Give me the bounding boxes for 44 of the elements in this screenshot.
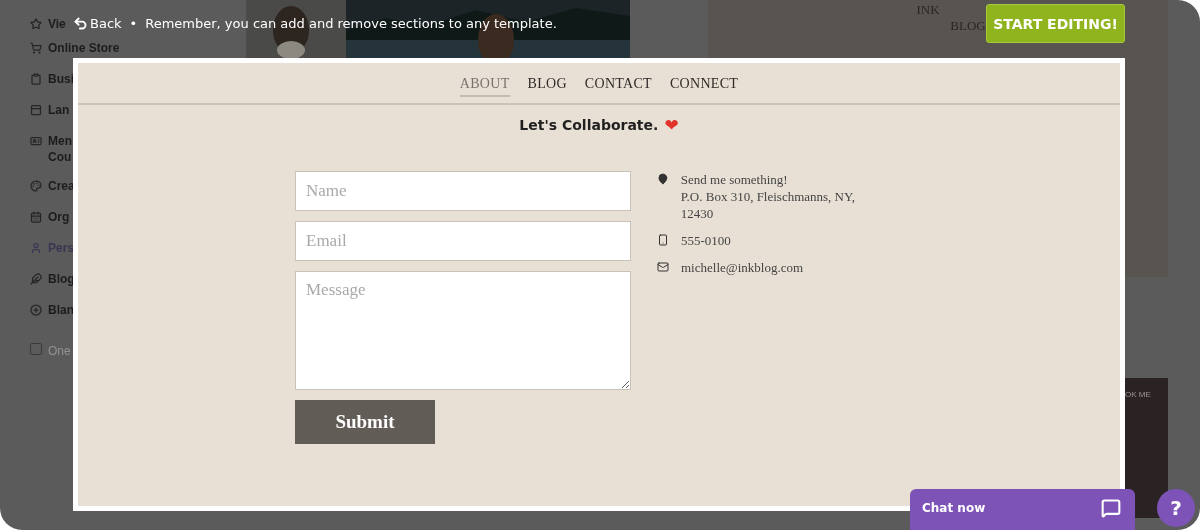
back-link[interactable]: Back	[73, 16, 122, 31]
sidebar-item[interactable]: Vie	[48, 16, 66, 32]
mail-icon	[657, 261, 669, 273]
undo-icon	[73, 16, 88, 31]
palette-icon	[30, 180, 42, 192]
card-icon	[30, 135, 42, 147]
input-field[interactable]: Name	[295, 171, 631, 211]
plus-circle-icon	[30, 304, 42, 316]
nav-link[interactable]: BLOG	[527, 75, 567, 97]
contact-text: michelle@inkblog.com	[681, 259, 804, 276]
start-editing-button[interactable]: START EDITING!	[986, 4, 1125, 43]
sidebar-item[interactable]: Busi	[48, 71, 74, 87]
sidebar-item[interactable]: Blan	[48, 302, 74, 318]
separator: •	[129, 16, 138, 31]
chat-icon	[1101, 498, 1121, 518]
sidebar-item[interactable]: Lan	[48, 102, 70, 118]
sidebar-item[interactable]: Org	[48, 209, 70, 225]
section-heading: Let's Collaborate.	[519, 117, 659, 134]
feather-icon	[30, 273, 42, 285]
cart-icon	[30, 42, 42, 54]
tip-text: Remember, you can add and remove sections to any template.	[145, 16, 557, 31]
sidebar-item[interactable]: Men Cou	[48, 133, 75, 165]
nav-link[interactable]: ABOUT	[459, 75, 510, 97]
nav-link[interactable]: CONTACT	[584, 75, 652, 97]
contact-text: 555-0100	[681, 232, 731, 249]
submit-button[interactable]: Submit	[295, 400, 435, 444]
phone-icon	[657, 234, 669, 246]
nav-link[interactable]: CONNECT	[669, 75, 739, 97]
help-button[interactable]: ?	[1157, 489, 1195, 527]
star-icon	[30, 18, 42, 30]
message-field[interactable]: Message	[295, 271, 631, 390]
contact-text: P.O. Box 310, Fleischmanns, NY, 12430	[680, 188, 856, 222]
sidebar-item[interactable]: Online Store	[48, 40, 120, 56]
user-icon	[30, 242, 42, 254]
calendar-icon	[30, 211, 42, 223]
heart-emoji: ❤	[664, 117, 679, 134]
banner-text: OK ME	[1125, 390, 1151, 401]
clipboard-icon	[30, 73, 42, 85]
map-pin-icon	[657, 173, 669, 185]
input-field[interactable]: Email	[295, 221, 631, 261]
contact-text: Send me something!	[680, 171, 789, 188]
checkbox[interactable]	[30, 343, 42, 355]
window-icon	[30, 104, 42, 116]
chat-button[interactable]: Chat now	[910, 489, 1135, 530]
